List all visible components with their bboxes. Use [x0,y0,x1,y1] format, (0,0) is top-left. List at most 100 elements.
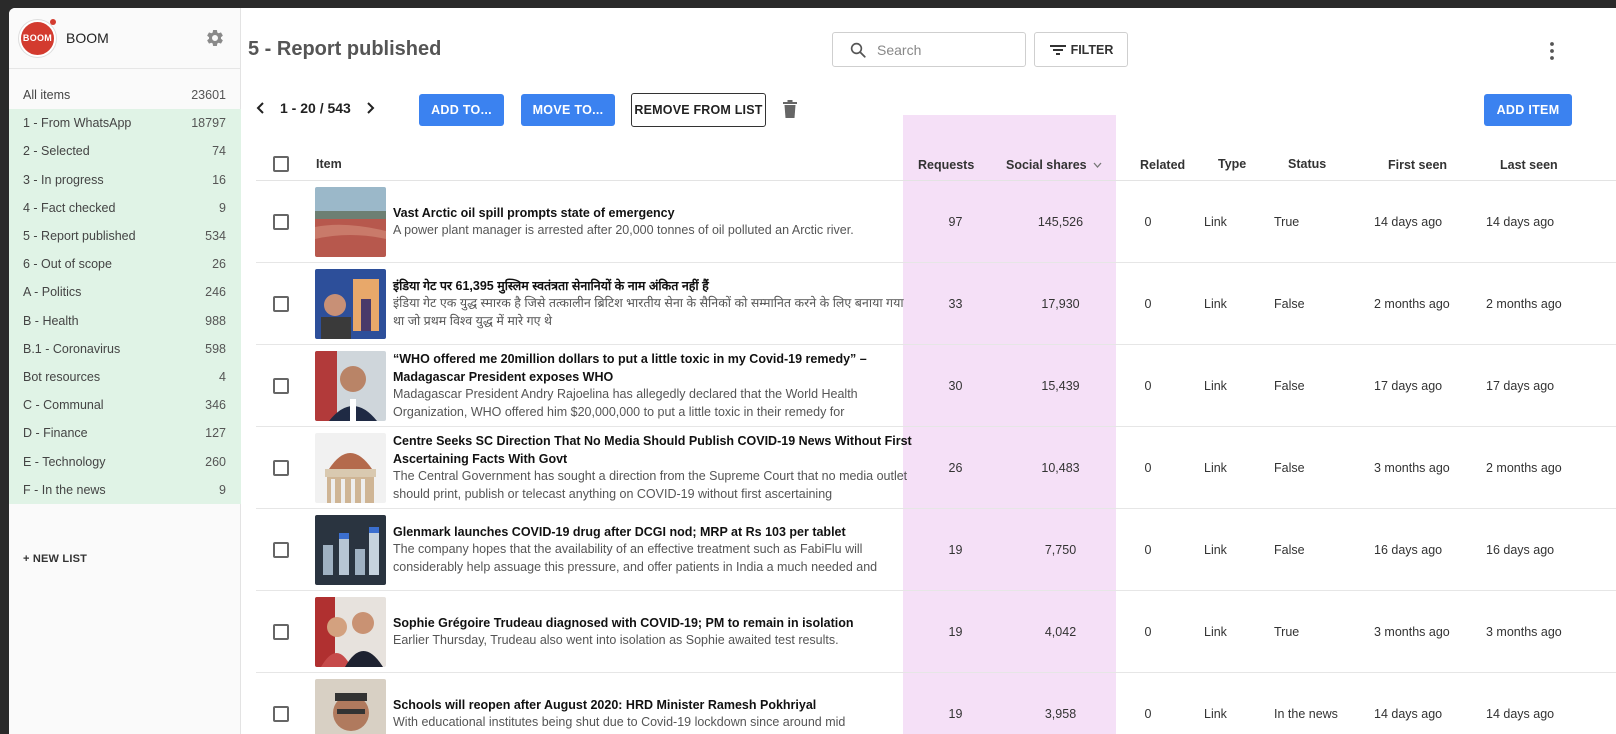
item-thumbnail[interactable] [315,433,386,503]
column-header-status[interactable]: Status [1288,157,1326,171]
table-row[interactable]: Glenmark launches COVID-19 drug after DC… [256,509,1616,591]
row-checkbox[interactable] [273,214,289,230]
search-placeholder: Search [877,41,922,58]
item-summary[interactable]: Vast Arctic oil spill prompts state of e… [393,181,913,263]
related-cell: 0 [1144,625,1152,639]
sidebar-list-item[interactable]: 5 - Report published 534 [9,221,241,251]
more-options-icon[interactable] [1548,41,1556,61]
item-thumbnail[interactable] [315,351,386,421]
main-content: 5 - Report published Search FILTER 1 - 2… [242,8,1616,734]
sidebar-item-count: 4 [219,369,226,384]
item-description: With educational institutes being shut d… [393,715,846,729]
table-row[interactable]: इंडिया गेट पर 61,395 मुस्लिम स्वतंत्रता … [256,263,1616,345]
item-thumbnail[interactable] [315,515,386,585]
filter-button[interactable]: FILTER [1034,32,1128,67]
first-seen-cell: 14 days ago [1374,707,1443,721]
chevron-left-icon[interactable] [256,101,266,115]
sidebar-list-item[interactable]: 4 - Fact checked 9 [9,193,241,222]
sidebar-item-count: 23601 [191,88,226,103]
related-cell: 0 [1144,297,1152,311]
sidebar-list-item[interactable]: D - Finance 127 [9,419,241,448]
item-summary[interactable]: Glenmark launches COVID-19 drug after DC… [393,509,913,591]
search-input[interactable]: Search [832,32,1026,67]
page-title: 5 - Report published [248,38,442,60]
column-header-social-shares[interactable]: Social shares [1006,158,1102,172]
social-shares-cell: 7,750 [1044,543,1077,557]
first-seen-cell: 14 days ago [1374,215,1443,229]
item-summary[interactable]: इंडिया गेट पर 61,395 मुस्लिम स्वतंत्रता … [393,263,913,345]
row-checkbox[interactable] [273,706,289,722]
table-row[interactable]: “WHO offered me 20million dollars to put… [256,345,1616,427]
item-summary[interactable]: Centre Seeks SC Direction That No Media … [393,427,913,509]
sidebar-item-label: E - Technology [23,454,106,469]
item-thumbnail[interactable] [315,187,386,257]
sidebar-list-item[interactable]: C - Communal 346 [9,391,241,420]
sidebar-item-label: Bot resources [23,369,101,384]
type-cell: Link [1204,379,1227,393]
new-list-button[interactable]: + NEW LIST [23,553,87,565]
item-summary[interactable]: “WHO offered me 20million dollars to put… [393,345,913,427]
row-checkbox[interactable] [273,460,289,476]
gear-icon[interactable] [205,28,225,48]
add-to-button[interactable]: ADD TO... [419,94,504,126]
table-row[interactable]: Centre Seeks SC Direction That No Media … [256,427,1616,509]
item-description: Earlier Thursday, Trudeau also went into… [393,633,839,647]
status-cell: False [1274,543,1305,557]
status-cell: False [1274,297,1305,311]
sidebar-item-count: 246 [205,285,226,300]
sidebar-list-item[interactable]: A - Politics 246 [9,278,241,307]
sidebar-list-item[interactable]: Bot resources 4 [9,362,241,392]
item-thumbnail[interactable] [315,597,386,667]
requests-cell: 26 [948,461,963,475]
remove-from-list-button[interactable]: REMOVE FROM LIST [631,93,766,127]
column-header-last-seen[interactable]: Last seen [1500,158,1558,172]
table-row[interactable]: Sophie Grégoire Trudeau diagnosed with C… [256,591,1616,673]
table-row[interactable]: Schools will reopen after August 2020: H… [256,673,1616,734]
sidebar-list-item[interactable]: B - Health 988 [9,306,241,335]
last-seen-cell: 14 days ago [1486,215,1555,229]
sidebar-item-count: 26 [212,257,226,272]
column-header-requests[interactable]: Requests [918,158,974,172]
column-header-related[interactable]: Related [1140,158,1185,172]
sidebar-item-label: 4 - Fact checked [23,200,116,215]
sidebar-list-item[interactable]: 6 - Out of scope 26 [9,250,241,279]
table-row[interactable]: Vast Arctic oil spill prompts state of e… [256,181,1616,263]
sidebar-item-count: 598 [205,341,226,356]
pagination-range: 1 - 20 / 543 [280,100,351,116]
row-checkbox[interactable] [273,296,289,312]
column-header-type[interactable]: Type [1218,157,1246,171]
filter-label: FILTER [1070,42,1114,57]
type-cell: Link [1204,297,1227,311]
sidebar-list-item[interactable]: 1 - From WhatsApp 18797 [9,109,241,138]
sidebar-item-label: B.1 - Coronavirus [23,341,121,356]
trash-icon[interactable] [782,100,798,118]
select-all-checkbox[interactable] [273,156,289,172]
item-thumbnail[interactable] [315,269,386,339]
sidebar-item-count: 9 [219,482,226,497]
requests-cell: 33 [948,297,963,311]
move-to-button[interactable]: MOVE TO... [521,94,615,126]
column-header-item[interactable]: Item [316,157,342,171]
social-shares-cell: 4,042 [1044,625,1077,639]
item-summary[interactable]: Sophie Grégoire Trudeau diagnosed with C… [393,591,913,673]
sidebar-list-item[interactable]: 2 - Selected 74 [9,137,241,166]
item-summary[interactable]: Schools will reopen after August 2020: H… [393,673,913,734]
requests-cell: 19 [948,625,963,639]
row-checkbox[interactable] [273,624,289,640]
sidebar-list-item[interactable]: E - Technology 260 [9,447,241,476]
column-header-first-seen[interactable]: First seen [1388,158,1447,172]
item-thumbnail[interactable] [315,679,386,734]
sidebar-list-item[interactable]: All items 23601 [9,81,241,109]
sidebar-item-label: 2 - Selected [23,144,90,159]
requests-cell: 30 [948,379,963,393]
chevron-right-icon[interactable] [365,101,375,115]
row-checkbox[interactable] [273,378,289,394]
sidebar-item-label: C - Communal [23,398,104,413]
add-item-button[interactable]: ADD ITEM [1484,94,1572,126]
sidebar-list-item[interactable]: B.1 - Coronavirus 598 [9,334,241,363]
sidebar-list-item[interactable]: 3 - In progress 16 [9,165,241,194]
sidebar-list-item[interactable]: F - In the news 9 [9,475,241,504]
first-seen-cell: 17 days ago [1374,379,1443,393]
item-description: The Central Government has sought a dire… [393,469,908,501]
row-checkbox[interactable] [273,542,289,558]
